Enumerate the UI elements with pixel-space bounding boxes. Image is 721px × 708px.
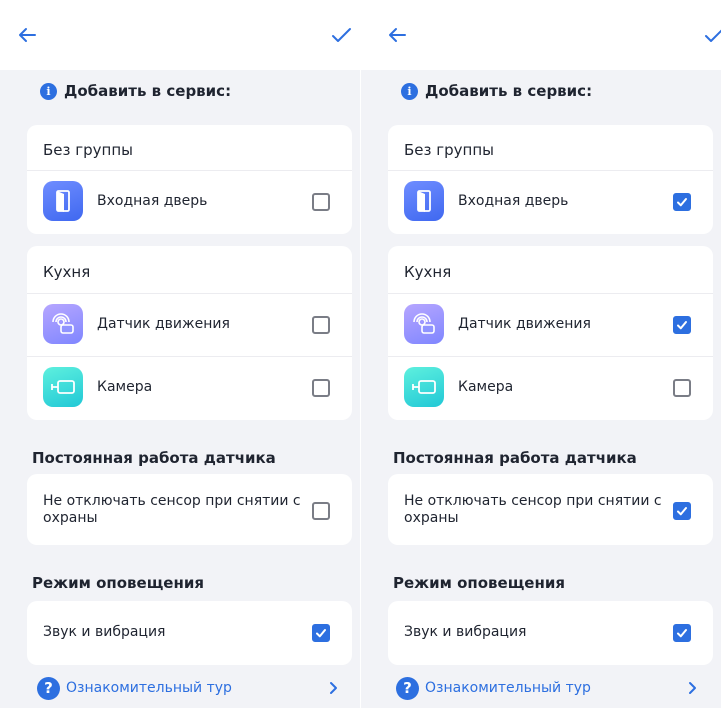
device-row-camera[interactable]: Камера — [27, 356, 352, 420]
device-label: Входная дверь — [97, 193, 208, 209]
group-title: Без группы — [43, 141, 133, 159]
device-checkbox[interactable] — [673, 193, 691, 211]
notify-section-title: Режим оповещения — [32, 574, 204, 592]
group-card-kitchen: Кухня Датчик движения Камера — [27, 246, 352, 420]
help-icon: ? — [396, 676, 419, 700]
notify-option-label: Звук и вибрация — [404, 624, 527, 640]
sensor-checkbox[interactable] — [673, 502, 691, 520]
device-checkbox[interactable] — [312, 193, 330, 211]
checkmark-icon — [705, 29, 721, 42]
chevron-right-icon[interactable] — [327, 680, 339, 694]
sensor-checkbox[interactable] — [312, 502, 330, 520]
camera-icon — [404, 367, 444, 407]
checkmark-icon — [316, 629, 326, 638]
add-to-service-header: i Добавить в сервис: — [40, 80, 231, 102]
device-label: Камера — [97, 379, 153, 395]
notify-card[interactable]: Звук и вибрация — [388, 601, 713, 665]
notify-option-label: Звук и вибрация — [43, 624, 166, 640]
device-checkbox[interactable] — [312, 379, 330, 397]
checkmark-icon — [677, 198, 687, 207]
intro-tour-label: Ознакомительный тур — [66, 680, 232, 696]
add-to-service-header: i Добавить в сервис: — [401, 80, 592, 102]
device-row-entrance-door[interactable]: Входная дверь — [27, 170, 352, 234]
camera-icon — [43, 367, 83, 407]
group-card-no-group: Без группы Входная дверь — [388, 125, 713, 234]
info-icon: i — [401, 82, 418, 100]
notify-section-title: Режим оповещения — [393, 574, 565, 592]
add-to-service-title: Добавить в сервис: — [64, 82, 232, 100]
help-icon: ? — [37, 676, 60, 700]
group-title: Без группы — [404, 141, 494, 159]
add-to-service-title: Добавить в сервис: — [425, 82, 593, 100]
group-card-no-group: Без группы Входная дверь — [27, 125, 352, 234]
confirm-button[interactable] — [330, 24, 356, 48]
device-row-motion-sensor[interactable]: Датчик движения — [27, 293, 352, 357]
chevron-right-icon[interactable] — [686, 680, 698, 694]
device-label: Датчик движения — [458, 316, 591, 332]
top-bar — [0, 0, 360, 70]
notify-card[interactable]: Звук и вибрация — [27, 601, 352, 665]
screen-after: i Добавить в сервис: Без группы Входная … — [361, 0, 721, 708]
notify-checkbox[interactable] — [673, 624, 691, 642]
checkmark-icon — [677, 507, 687, 516]
sensor-option-label: Не отключать сенсор при снятии с охраны — [43, 493, 301, 526]
device-checkbox[interactable] — [673, 316, 691, 334]
group-title: Кухня — [43, 263, 91, 281]
checkmark-icon — [677, 629, 687, 638]
motion-sensor-icon — [404, 304, 444, 344]
sensor-section-title: Постоянная работа датчика — [32, 449, 276, 467]
intro-tour-label: Ознакомительный тур — [425, 680, 591, 696]
back-button[interactable] — [16, 24, 42, 48]
group-card-kitchen: Кухня Датчик движения Камера — [388, 246, 713, 420]
intro-tour-link[interactable]: ? Ознакомительный тур — [396, 675, 591, 701]
motion-sensor-icon — [43, 304, 83, 344]
device-checkbox[interactable] — [312, 316, 330, 334]
arrow-left-icon — [19, 28, 36, 42]
arrow-left-icon — [389, 28, 406, 42]
device-label: Камера — [458, 379, 514, 395]
back-button[interactable] — [386, 24, 412, 48]
sensor-card[interactable]: Не отключать сенсор при снятии с охраны — [27, 474, 352, 545]
notify-checkbox[interactable] — [312, 624, 330, 642]
checkmark-icon — [332, 28, 351, 42]
screen-before: i Добавить в сервис: Без группы Входная … — [0, 0, 360, 708]
device-checkbox[interactable] — [673, 379, 691, 397]
device-label: Датчик движения — [97, 316, 230, 332]
device-label: Входная дверь — [458, 193, 569, 209]
checkmark-icon — [677, 321, 687, 330]
group-title: Кухня — [404, 263, 452, 281]
door-icon — [404, 181, 444, 221]
door-icon — [43, 181, 83, 221]
top-bar — [361, 0, 721, 70]
device-row-entrance-door[interactable]: Входная дверь — [388, 170, 713, 234]
info-icon: i — [40, 82, 57, 100]
intro-tour-link[interactable]: ? Ознакомительный тур — [37, 675, 232, 701]
device-row-motion-sensor[interactable]: Датчик движения — [388, 293, 713, 357]
device-row-camera[interactable]: Камера — [388, 356, 713, 420]
confirm-button[interactable] — [703, 24, 721, 48]
sensor-section-title: Постоянная работа датчика — [393, 449, 637, 467]
sensor-option-label: Не отключать сенсор при снятии с охраны — [404, 493, 662, 526]
sensor-card[interactable]: Не отключать сенсор при снятии с охраны — [388, 474, 713, 545]
